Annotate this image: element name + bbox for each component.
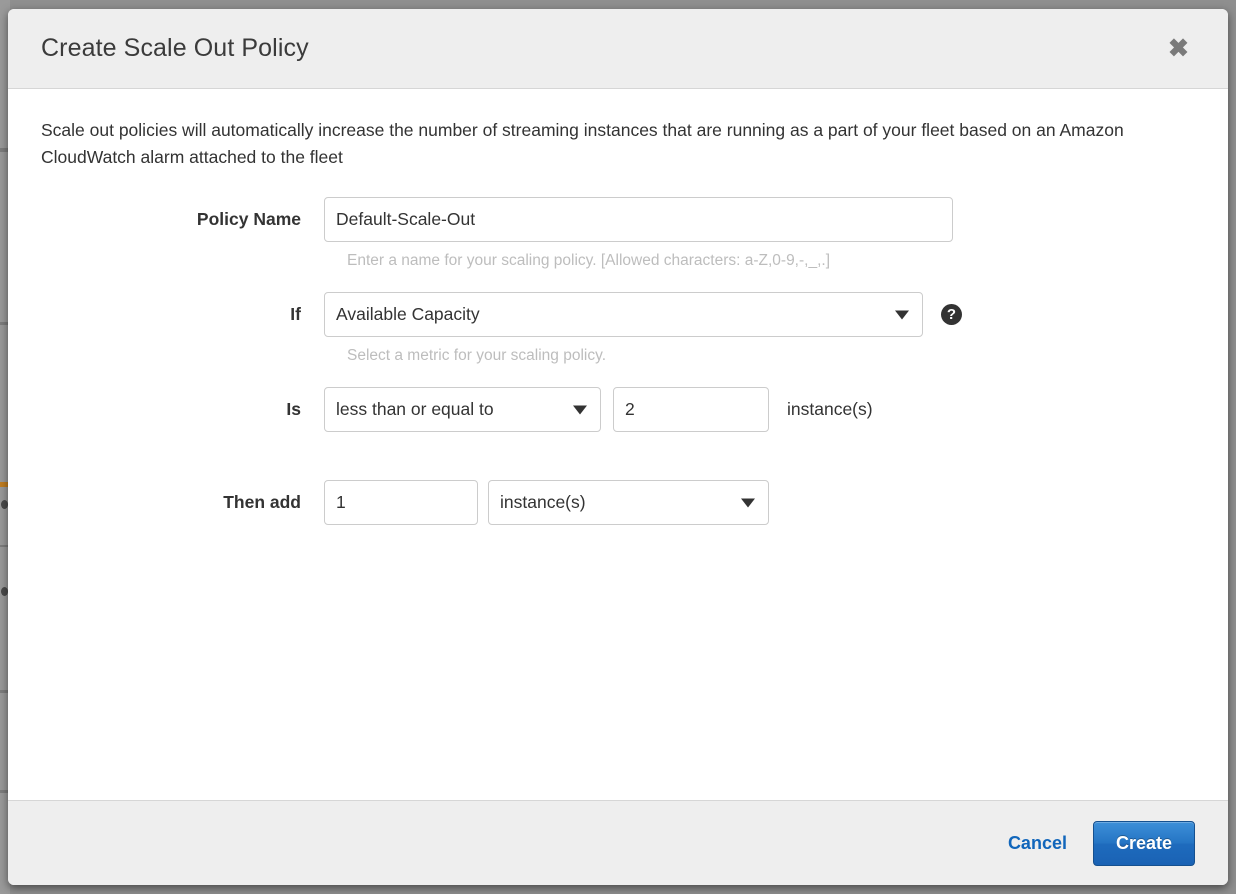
backdrop-dot [1, 500, 8, 509]
is-condition-row: Is less than or equal to instance(s) [41, 387, 1195, 433]
create-scale-out-policy-dialog: Create Scale Out Policy ✖ Scale out poli… [8, 9, 1228, 885]
unit-select[interactable]: instance(s) [488, 480, 769, 526]
dialog-footer: Cancel Create [8, 800, 1228, 885]
dialog-description: Scale out policies will automatically in… [41, 120, 1124, 168]
if-condition-control: Available Capacity ? [324, 292, 1195, 338]
unit-select-wrapper: instance(s) [488, 480, 769, 526]
dialog-title: Create Scale Out Policy [41, 34, 309, 62]
backdrop-dot [1, 587, 8, 596]
dialog-body: Scale out policies will automatically in… [8, 89, 1228, 800]
threshold-unit-label: instance(s) [787, 399, 873, 420]
threshold-input[interactable] [613, 387, 769, 433]
policy-name-row: Policy Name [41, 197, 1195, 243]
then-add-control: instance(s) [324, 480, 1195, 526]
create-button[interactable]: Create [1092, 820, 1195, 866]
if-condition-row: If Available Capacity ? [41, 292, 1195, 338]
is-condition-label: Is [286, 399, 301, 420]
if-condition-help-text: Select a metric for your scaling policy. [347, 347, 607, 365]
help-icon[interactable]: ? [941, 304, 962, 326]
policy-name-input[interactable] [324, 197, 953, 243]
policy-name-control [324, 197, 1195, 243]
close-icon[interactable]: ✖ [1162, 34, 1195, 63]
operator-select[interactable]: less than or equal to [324, 387, 601, 433]
adjustment-input[interactable] [324, 480, 478, 526]
operator-select-wrapper: less than or equal to [324, 387, 601, 433]
then-add-label: Then add [223, 492, 301, 513]
policy-name-label: Policy Name [196, 209, 301, 230]
then-add-row: Then add instance(s) [41, 480, 1195, 526]
is-condition-control: less than or equal to instance(s) [324, 387, 1195, 433]
policy-name-help-text: Enter a name for your scaling policy. [A… [347, 252, 830, 270]
dialog-header: Create Scale Out Policy ✖ [8, 9, 1228, 89]
metric-select-wrapper: Available Capacity [324, 292, 923, 338]
if-condition-label: If [290, 304, 301, 325]
cancel-button[interactable]: Cancel [1004, 827, 1071, 860]
metric-select[interactable]: Available Capacity [324, 292, 923, 338]
